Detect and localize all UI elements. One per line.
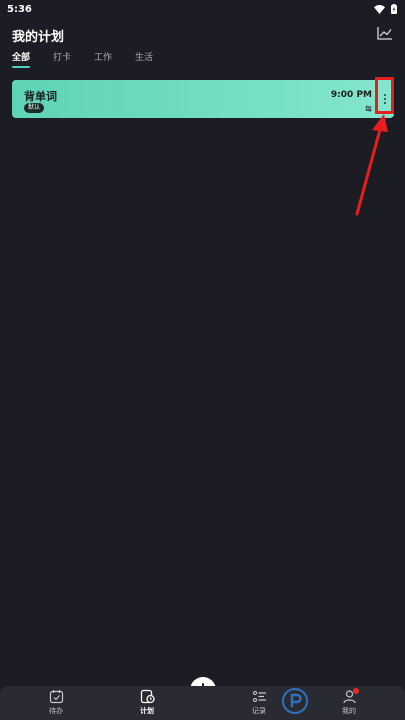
plan-name: 背单词 (24, 90, 57, 103)
nav-label-todo: 待办 (49, 707, 63, 715)
nav-item-plan[interactable]: 计划 (132, 689, 162, 719)
tab-work[interactable]: 工作 (94, 50, 112, 68)
nav-label-plan: 计划 (140, 707, 154, 715)
tab-life[interactable]: 生活 (135, 50, 153, 68)
nav-item-record[interactable]: 记录 (244, 689, 274, 719)
status-time: 5:36 (7, 3, 32, 15)
category-tabs: 全部 打卡 工作 生活 (12, 50, 176, 68)
tab-all[interactable]: 全部 (12, 50, 31, 68)
record-list-icon (252, 691, 266, 702)
watermark-p-icon (282, 688, 308, 714)
tab-checkin[interactable]: 打卡 (53, 50, 71, 68)
annotation-arrow-icon (355, 114, 388, 216)
nav-label-record: 记录 (252, 707, 266, 715)
plan-time: 9:00 PM (330, 90, 372, 100)
calendar-check-icon (49, 690, 63, 704)
watermark-logo (282, 684, 404, 718)
plan-tag-badge: 默认 (24, 103, 45, 113)
stats-chart-icon[interactable] (377, 26, 393, 40)
battery-icon (391, 4, 397, 14)
status-icons (374, 4, 397, 14)
plan-clock-icon (140, 689, 155, 704)
status-bar: 5:36 (0, 0, 405, 18)
nav-item-todo[interactable]: 待办 (41, 689, 71, 719)
page-title: 我的计划 (12, 30, 65, 45)
plan-card[interactable]: 背单词 默认 9:00 PM 每 (12, 80, 394, 118)
wifi-icon (374, 4, 385, 14)
